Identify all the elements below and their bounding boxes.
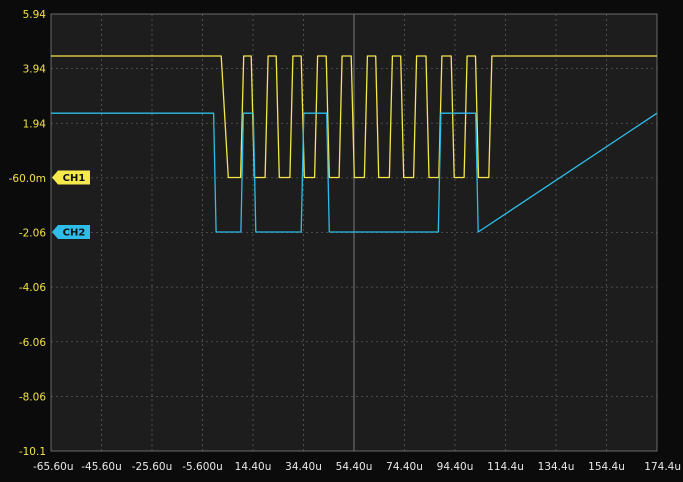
channel-marker-label: CH1 bbox=[63, 173, 86, 184]
y-tick-label: -4.06 bbox=[19, 282, 46, 294]
x-tick-label: 154.4u bbox=[588, 461, 625, 473]
y-tick-label: -6.06 bbox=[19, 337, 46, 349]
x-tick-label: 94.40u bbox=[437, 461, 474, 473]
channel-marker-ch1[interactable]: CH1 bbox=[52, 170, 90, 185]
y-tick-label: 5.94 bbox=[23, 9, 47, 21]
oscilloscope-display: 5.94 3.94 1.94 -60.0m -2.06 -4.06 -6.06 -8.06 -1… bbox=[9, 9, 681, 473]
x-tick-label: -25.60u bbox=[132, 461, 173, 473]
y-tick-label: -60.0m bbox=[9, 173, 46, 185]
y-axis-tick-labels: 5.94 3.94 1.94 -60.0m -2.06 -4.06 -6.06 -8.06 -1… bbox=[9, 9, 47, 458]
channel-marker-label: CH2 bbox=[63, 227, 86, 238]
x-tick-label: 114.4u bbox=[487, 461, 524, 473]
y-tick-label: -10.1 bbox=[19, 446, 46, 458]
x-tick-label: -5.600u bbox=[182, 461, 223, 473]
x-tick-label: -65.60u bbox=[33, 461, 74, 473]
channel-marker-ch2[interactable]: CH2 bbox=[52, 224, 90, 239]
y-tick-label: 3.94 bbox=[23, 64, 47, 76]
x-tick-label: 134.4u bbox=[538, 461, 575, 473]
y-tick-label: -2.06 bbox=[19, 228, 46, 240]
x-tick-label: 74.40u bbox=[386, 461, 423, 473]
y-tick-label: -8.06 bbox=[19, 391, 46, 403]
x-tick-label: 174.4u bbox=[644, 461, 681, 473]
x-axis-tick-labels: -65.60u -45.60u -25.60u -5.600u 14.40u 34.40u… bbox=[33, 461, 681, 473]
x-tick-label: -45.60u bbox=[81, 461, 122, 473]
x-tick-label: 34.40u bbox=[285, 461, 322, 473]
x-tick-label: 54.40u bbox=[336, 461, 373, 473]
x-tick-label: 14.40u bbox=[235, 461, 272, 473]
y-tick-label: 1.94 bbox=[23, 118, 47, 130]
